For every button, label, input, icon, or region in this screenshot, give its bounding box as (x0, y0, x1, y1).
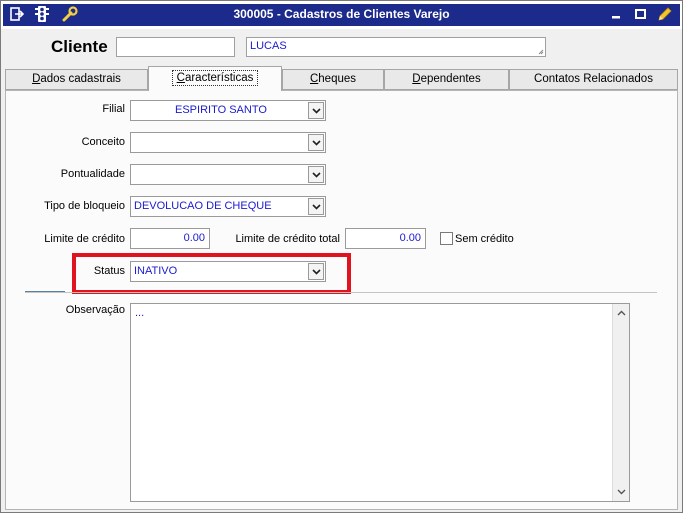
tipo-bloqueio-select[interactable]: DEVOLUCAO DE CHEQUE (130, 196, 326, 217)
chevron-down-icon[interactable] (308, 134, 324, 151)
tab-cheques-label: heques (318, 73, 357, 85)
tab-cheques[interactable]: Cheques (282, 69, 384, 90)
tab-dependentes[interactable]: Dependentes (384, 69, 509, 90)
sem-credito-checkbox[interactable] (440, 232, 453, 245)
title-bar: 300005 - Cadastros de Clientes Varejo (1, 1, 682, 29)
limite-credito-label: Limite de crédito (44, 233, 125, 245)
chevron-down-icon[interactable] (308, 102, 324, 119)
tab-caracteristicas-underline: C (176, 72, 185, 84)
chevron-down-icon[interactable] (308, 198, 324, 215)
filial-value: ESPIRITO SANTO (175, 104, 267, 116)
limite-credito-total-label: Limite de crédito total (235, 233, 340, 245)
chevron-down-icon[interactable] (308, 166, 324, 183)
tab-contatos-relacionados[interactable]: Contatos Relacionados (509, 69, 678, 90)
window-title: 300005 - Cadastros de Clientes Varejo (233, 7, 450, 21)
app-window: 300005 - Cadastros de Clientes Varejo Cl… (0, 0, 683, 513)
pontualidade-label: Pontualidade (60, 168, 125, 180)
limite-credito-input[interactable]: 0.00 (130, 228, 210, 249)
tab-caracteristicas[interactable]: Características (148, 66, 282, 91)
observacao-textarea[interactable]: ... (130, 303, 630, 502)
tab-dependentes-underline: D (412, 73, 421, 85)
tab-dependentes-label: ependentes (420, 73, 481, 85)
observacao-value: ... (135, 307, 145, 319)
minimize-icon[interactable] (607, 6, 625, 22)
scroll-up-icon[interactable] (613, 305, 629, 321)
cliente-name-input[interactable]: LUCAS (246, 37, 546, 57)
limite-credito-total-input[interactable]: 0.00 (345, 228, 426, 249)
tab-dados-cadastrais[interactable]: Dados cadastrais (5, 69, 148, 90)
conceito-select[interactable] (130, 132, 326, 153)
pencil-icon[interactable] (656, 6, 674, 22)
pontualidade-select[interactable] (130, 164, 326, 185)
filial-select[interactable]: ESPIRITO SANTO (130, 100, 326, 121)
observacao-scrollbar[interactable] (612, 304, 629, 501)
section-separator-accent (25, 291, 65, 292)
section-separator (25, 292, 657, 293)
sem-credito-label: Sem crédito (455, 233, 514, 245)
maximize-icon[interactable] (631, 6, 649, 22)
tipo-bloqueio-label: Tipo de bloqueio (44, 200, 125, 212)
conceito-label: Conceito (81, 136, 125, 148)
observacao-label: Observação (65, 304, 125, 316)
resize-grip-icon (538, 49, 544, 55)
tab-caracteristicas-label: aracterísticas (184, 72, 254, 84)
cliente-label: Cliente (51, 37, 108, 56)
cliente-name-value: LUCAS (250, 40, 287, 52)
status-highlight-box (72, 253, 351, 294)
filial-label: Filial (102, 103, 125, 115)
tab-contatos-relacionados-label: Contatos Relacionados (534, 73, 653, 85)
scroll-down-icon[interactable] (613, 484, 629, 500)
tipo-bloqueio-value: DEVOLUCAO DE CHEQUE (134, 200, 272, 212)
tab-dados-cadastrais-label: ados cadastrais (40, 73, 121, 85)
cliente-code-input[interactable] (116, 37, 235, 57)
